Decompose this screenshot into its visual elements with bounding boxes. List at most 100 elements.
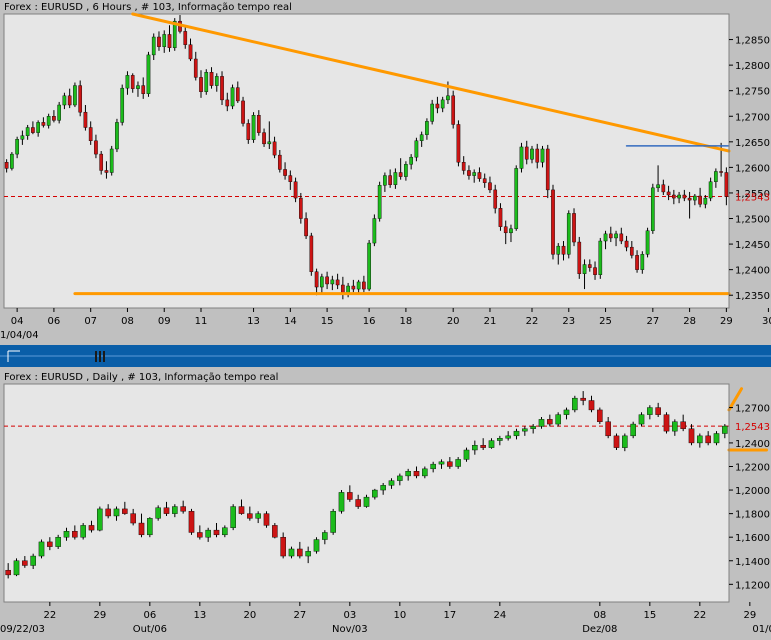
candle-body: [724, 172, 729, 197]
candle-body: [230, 87, 235, 107]
candle: [97, 506, 103, 532]
candle: [313, 537, 320, 554]
y-tick-label: 1,2400: [735, 266, 770, 277]
candle-body: [47, 541, 53, 547]
candle-body: [438, 461, 445, 465]
candle-body: [330, 511, 336, 533]
candle-body: [238, 506, 245, 514]
candle-body: [372, 218, 377, 244]
x-tick-label: 29: [720, 316, 733, 327]
x-tick-label: 04: [11, 316, 24, 327]
candle-body: [105, 508, 111, 517]
candle: [577, 236, 582, 279]
candle-body: [57, 104, 61, 121]
candle-body: [693, 195, 697, 201]
candle-body: [551, 189, 555, 255]
candle: [78, 80, 83, 117]
x-period-label: 01/05/04: [752, 624, 771, 635]
candle: [230, 84, 235, 110]
x-tick-label: 07: [84, 316, 97, 327]
candle-body: [372, 489, 378, 498]
candle-body: [524, 146, 529, 160]
candle-body: [205, 529, 211, 538]
candle-body: [141, 85, 146, 94]
candle-body: [38, 541, 45, 557]
candle-body: [563, 409, 570, 415]
candle-body: [388, 480, 395, 486]
panel-splitter[interactable]: [0, 345, 771, 367]
candle-body: [288, 548, 295, 557]
candle-body: [647, 407, 653, 415]
candle: [451, 90, 456, 129]
candle-body: [505, 435, 511, 439]
x-period-label: Out/06: [133, 624, 167, 635]
candle-body: [13, 560, 20, 576]
candle-body: [31, 127, 35, 133]
candle-body: [330, 279, 335, 285]
y-tick-label: 1,2750: [735, 87, 770, 98]
x-tick-label: 11: [195, 316, 208, 327]
candle-body: [440, 99, 445, 109]
chart-svg: Forex : EURUSD , 6 Hours , # 103, Inform…: [0, 0, 771, 636]
candle-body: [414, 140, 419, 158]
candle-body: [256, 115, 261, 133]
candle-body: [193, 58, 198, 78]
candle-body: [115, 122, 119, 150]
candle: [309, 232, 314, 276]
candle: [220, 71, 224, 106]
candle-body: [447, 461, 453, 467]
y-tick-label: 1,2350: [735, 291, 770, 302]
x-tick-label: 08: [593, 610, 606, 621]
x-period-label: 09/22/03: [0, 624, 45, 635]
bottom-chart-panel[interactable]: Forex : EURUSD , Daily , # 103, Informaç…: [0, 372, 771, 635]
x-tick-label: 15: [321, 316, 334, 327]
candle-body: [645, 230, 650, 255]
candle-body: [522, 428, 528, 432]
candle: [372, 214, 377, 247]
x-tick-label: 21: [484, 316, 497, 327]
candle-body: [113, 508, 120, 517]
candle: [109, 145, 114, 176]
candle-body: [288, 175, 293, 182]
x-tick-label: 29: [93, 610, 106, 621]
candle-body: [713, 433, 720, 444]
x-tick-label: 24: [493, 610, 506, 621]
candle-body: [663, 414, 670, 432]
candle-body: [72, 531, 78, 538]
candle-body: [672, 194, 676, 199]
x-tick-label: 08: [121, 316, 134, 327]
candle-body: [514, 168, 519, 229]
candle-body: [582, 264, 587, 274]
candle-body: [280, 536, 286, 557]
candle-body: [235, 87, 240, 102]
candle-body: [172, 506, 178, 514]
x-tick-label: 13: [193, 610, 206, 621]
candle-body: [624, 240, 629, 248]
candle-body: [277, 154, 282, 170]
candle-body: [322, 532, 328, 540]
candle-body: [262, 132, 266, 145]
top-chart-panel[interactable]: Forex : EURUSD , 6 Hours , # 103, Inform…: [0, 2, 771, 341]
candle: [80, 523, 86, 540]
candle-body: [220, 76, 224, 101]
x-tick-label: 14: [284, 316, 297, 327]
candle: [10, 152, 14, 171]
candle-body: [355, 499, 361, 507]
x-tick-label: 03: [343, 610, 356, 621]
x-tick-label: 22: [693, 610, 706, 621]
candle-body: [188, 511, 195, 533]
candle-body: [635, 255, 639, 270]
candle-body: [540, 148, 545, 163]
candle-body: [680, 421, 686, 429]
candle-body: [566, 213, 571, 255]
candle-body: [347, 492, 353, 500]
last-price-label: 1,2543: [735, 193, 770, 204]
candle-body: [356, 281, 361, 290]
candle-body: [230, 506, 236, 528]
candle-body: [572, 213, 576, 243]
y-tick-label: 1,2700: [735, 404, 770, 415]
y-tick-label: 1,1800: [735, 510, 770, 521]
candle-body: [672, 421, 678, 432]
x-tick-label: 06: [143, 610, 156, 621]
candle-body: [52, 116, 56, 121]
